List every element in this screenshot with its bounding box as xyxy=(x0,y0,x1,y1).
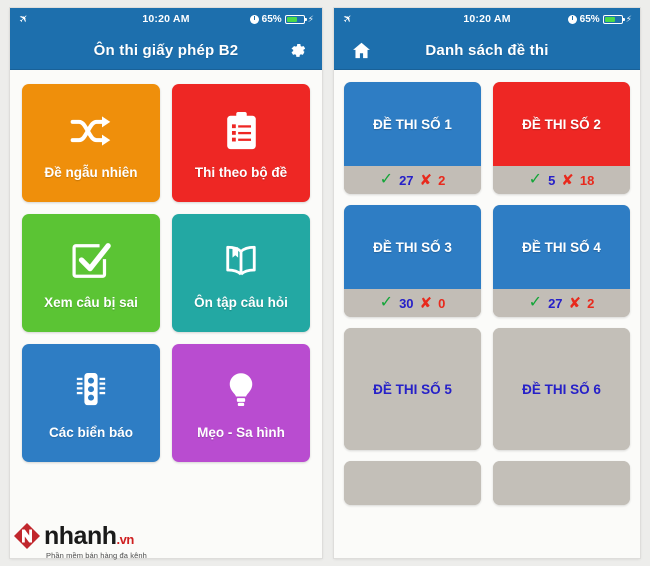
battery-icon xyxy=(284,14,307,24)
tile-label: Mẹo - Sa hình xyxy=(197,425,285,440)
page-title: Danh sách đề thi xyxy=(425,41,549,59)
correct-count: 27 xyxy=(399,172,414,188)
nav-bar-exam-list: Danh sách đề thi xyxy=(334,30,640,70)
exam-card[interactable]: ĐỀ THI SỐ 4 ✓ 27 ✘ 2 xyxy=(493,205,630,317)
tile-label: Đề ngẫu nhiên xyxy=(44,165,138,180)
alarm-clock-icon xyxy=(567,14,577,24)
tile-meo-sa-hinh[interactable]: Mẹo - Sa hình xyxy=(172,344,310,462)
gear-icon xyxy=(291,43,305,57)
exam-card-label: ĐỀ THI SỐ 5 xyxy=(373,381,452,397)
shuffle-icon xyxy=(69,106,113,156)
exam-card-face: ĐỀ THI SỐ 3 xyxy=(344,205,481,289)
tile-thi-theo-bo-de[interactable]: Thi theo bộ đề xyxy=(172,84,310,202)
nhanh-logo-icon xyxy=(14,523,40,549)
wrong-count: 18 xyxy=(579,172,595,188)
battery-percent-label: 65% xyxy=(261,13,282,25)
status-bar-right-group: 65% ⚡ xyxy=(567,13,632,25)
wrong-count: 2 xyxy=(587,295,595,311)
exam-card[interactable]: ĐỀ THI SỐ 2 ✓ 5 ✘ 18 xyxy=(493,82,630,194)
exam-card-label: ĐỀ THI SỐ 2 xyxy=(522,116,601,132)
exam-card-face: ĐỀ THI SỐ 6 xyxy=(493,328,630,450)
nhanh-logo-tagline: Phần mềm bán hàng đa kênh xyxy=(46,551,147,560)
check-icon: ✓ xyxy=(379,294,394,311)
status-bar-left-group: ✈ xyxy=(341,11,356,26)
charging-bolt-icon: ⚡ xyxy=(625,13,632,24)
tile-label: Ôn tập câu hỏi xyxy=(194,295,288,310)
exam-card-partial[interactable] xyxy=(344,461,481,505)
wrong-count: 2 xyxy=(438,172,446,188)
phone-home-screen: ✈ 10:20 AM 65% ⚡ Ôn thi giấy phép B2 Đề … xyxy=(10,8,322,558)
status-bar-right-group: 65% ⚡ xyxy=(249,13,314,25)
exam-card-label: ĐỀ THI SỐ 1 xyxy=(373,116,452,132)
exam-card-score: ✓ 27 ✘ 2 xyxy=(493,289,630,317)
exam-card-face: ĐỀ THI SỐ 1 xyxy=(344,82,481,166)
exam-card-face: ĐỀ THI SỐ 5 xyxy=(344,328,481,450)
screenshot-stage: ✈ 10:20 AM 65% ⚡ Ôn thi giấy phép B2 Đề … xyxy=(0,0,650,566)
nhanh-logo-wordmark: nhanh.vn xyxy=(44,521,135,550)
exam-card[interactable]: ĐỀ THI SỐ 5 xyxy=(344,328,481,450)
alarm-clock-icon xyxy=(249,14,259,24)
settings-button[interactable] xyxy=(280,33,314,67)
brand-name: nhanh xyxy=(44,521,117,550)
check-icon: ✓ xyxy=(528,294,543,311)
nhanh-logo-row: nhanh.vn xyxy=(14,523,147,549)
tile-cac-bien-bao[interactable]: Các biển báo xyxy=(22,344,160,462)
clipboard-list-icon xyxy=(225,106,258,156)
wrong-count: 0 xyxy=(438,295,446,311)
exam-card-score: ✓ 30 ✘ 0 xyxy=(344,289,481,317)
brand-tld: .vn xyxy=(116,531,135,547)
tile-label: Các biển báo xyxy=(48,425,134,440)
page-title: Ôn thi giấy phép B2 xyxy=(93,41,239,59)
exam-card-face: ĐỀ THI SỐ 4 xyxy=(493,205,630,289)
battery-icon xyxy=(602,14,625,24)
tile-label: Thi theo bộ đề xyxy=(194,165,288,180)
tile-on-tap-cau-hoi[interactable]: Ôn tập câu hỏi xyxy=(172,214,310,332)
cross-icon: ✘ xyxy=(561,171,574,189)
status-bar-left-group: ✈ xyxy=(17,11,32,26)
charging-bolt-icon: ⚡ xyxy=(307,13,314,24)
correct-count: 27 xyxy=(548,295,563,311)
open-book-icon xyxy=(222,236,260,286)
lightbulb-icon xyxy=(226,366,256,416)
battery-percent-label: 65% xyxy=(579,13,600,25)
exam-card[interactable]: ĐỀ THI SỐ 1 ✓ 27 ✘ 2 xyxy=(344,82,481,194)
correct-count: 5 xyxy=(548,172,556,188)
exam-card-score: ✓ 5 ✘ 18 xyxy=(493,166,630,194)
traffic-light-icon xyxy=(74,366,108,416)
check-icon: ✓ xyxy=(379,171,394,188)
tile-label: Xem câu bị sai xyxy=(44,295,138,310)
exam-card[interactable]: ĐỀ THI SỐ 3 ✓ 30 ✘ 0 xyxy=(344,205,481,317)
tile-xem-cau-bi-sai[interactable]: Xem câu bị sai xyxy=(22,214,160,332)
correct-count: 30 xyxy=(399,295,414,311)
exam-card-label: ĐỀ THI SỐ 4 xyxy=(522,239,601,255)
home-tile-grid: Đề ngẫu nhiên Thi theo bộ đề Xem câu bị … xyxy=(10,70,322,476)
exam-card-face xyxy=(344,461,481,505)
exam-card-face xyxy=(493,461,630,505)
exam-card-face: ĐỀ THI SỐ 2 xyxy=(493,82,630,166)
status-bar-left: ✈ 10:20 AM 65% ⚡ xyxy=(10,8,322,30)
cross-icon: ✘ xyxy=(419,171,433,189)
nav-bar-home: Ôn thi giấy phép B2 xyxy=(10,30,322,70)
check-icon: ✓ xyxy=(528,171,543,188)
exam-card-grid: ĐỀ THI SỐ 1 ✓ 27 ✘ 2 ĐỀ THI SỐ 2 ✓ 5 ✘ 1… xyxy=(334,70,640,517)
phone-exam-list-screen: ✈ 10:20 AM 65% ⚡ Danh sách đề thi ĐỀ THI xyxy=(334,8,640,558)
exam-card-label: ĐỀ THI SỐ 6 xyxy=(522,381,601,397)
exam-card-score: ✓ 27 ✘ 2 xyxy=(344,166,481,194)
nhanh-logo: nhanh.vn Phần mềm bán hàng đa kênh xyxy=(14,523,147,560)
cross-icon: ✘ xyxy=(419,294,433,312)
home-button[interactable] xyxy=(344,33,378,67)
home-icon xyxy=(352,42,370,58)
check-square-icon xyxy=(71,236,111,286)
tile-de-ngau-nhien[interactable]: Đề ngẫu nhiên xyxy=(22,84,160,202)
status-bar-right: ✈ 10:20 AM 65% ⚡ xyxy=(334,8,640,30)
cross-icon: ✘ xyxy=(568,294,582,312)
exam-card-label: ĐỀ THI SỐ 3 xyxy=(373,239,452,255)
exam-card[interactable]: ĐỀ THI SỐ 6 xyxy=(493,328,630,450)
exam-card-partial[interactable] xyxy=(493,461,630,505)
